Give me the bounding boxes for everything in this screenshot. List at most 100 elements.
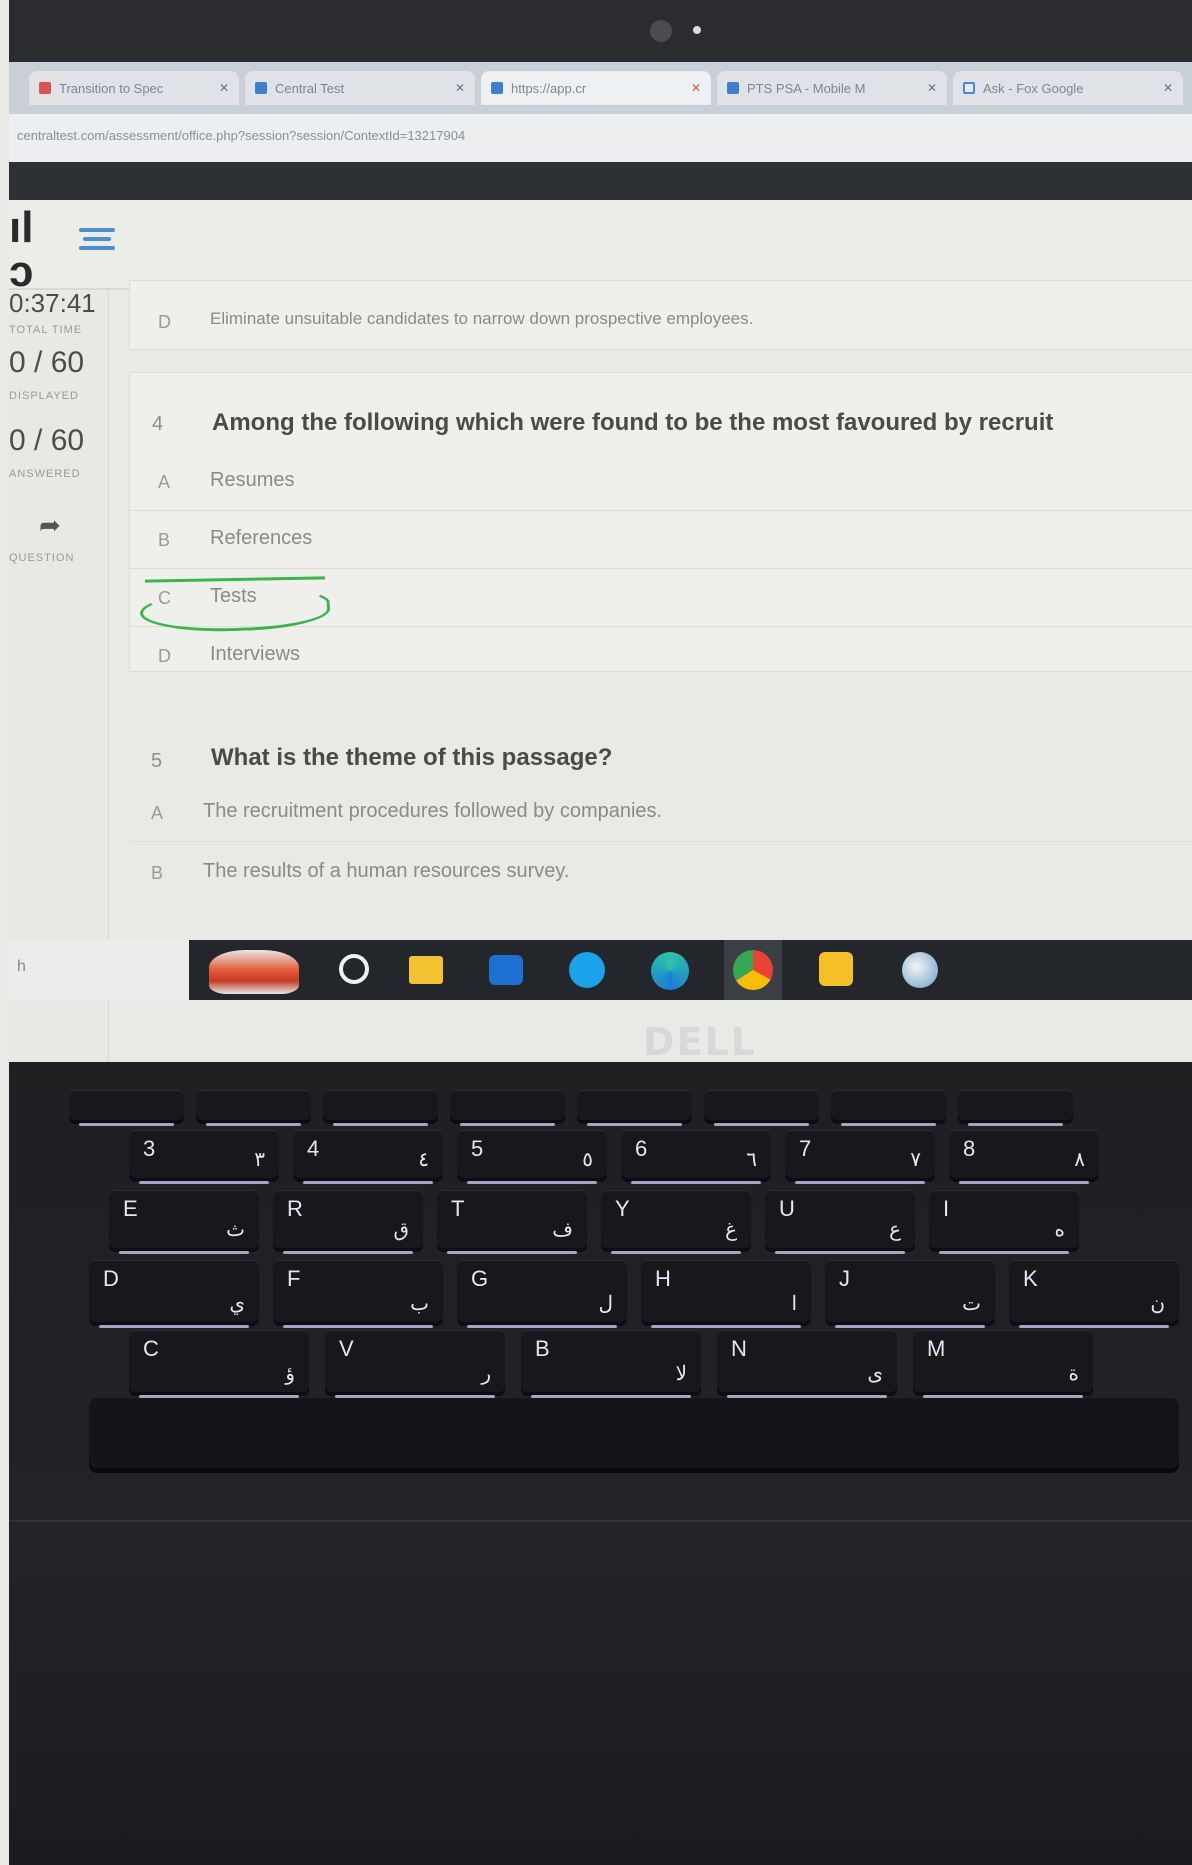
- skype-icon[interactable]: [569, 952, 605, 988]
- keyboard-key[interactable]: 5٥: [457, 1130, 607, 1184]
- option-a[interactable]: A Resumes: [130, 453, 1192, 511]
- key-latin-label: I: [943, 1196, 950, 1221]
- keyboard-key[interactable]: [450, 1090, 565, 1126]
- option-a[interactable]: A The recruitment procedures followed by…: [129, 784, 1192, 842]
- close-icon[interactable]: ✕: [927, 81, 937, 95]
- option-b[interactable]: B The results of a human resources surve…: [129, 844, 1192, 902]
- keyboard-key[interactable]: Fب: [273, 1260, 443, 1328]
- displayed-count: 0 / 60: [9, 346, 85, 379]
- keyboard-key[interactable]: Vر: [325, 1330, 505, 1398]
- keyboard-key[interactable]: [577, 1090, 692, 1126]
- keyboard-key[interactable]: [704, 1090, 819, 1126]
- keyboard-key[interactable]: 4٤: [293, 1130, 443, 1184]
- key-backlight: [959, 1181, 1089, 1184]
- keyboard-key[interactable]: Eث: [109, 1190, 259, 1254]
- keyboard-key[interactable]: 8٨: [949, 1130, 1099, 1184]
- sticky-notes-icon[interactable]: [819, 952, 853, 986]
- keyboard-key[interactable]: Iه: [929, 1190, 1079, 1254]
- windows-taskbar: h: [9, 940, 1192, 1000]
- keyboard-key[interactable]: [69, 1090, 184, 1126]
- key-arabic-label: ف: [552, 1219, 573, 1241]
- outlook-icon[interactable]: [489, 955, 523, 985]
- keyboard-key[interactable]: [196, 1090, 311, 1126]
- key-backlight: [303, 1181, 433, 1184]
- key-arabic-label: ه: [1054, 1219, 1065, 1241]
- key-backlight: [841, 1123, 936, 1126]
- option-d[interactable]: D Eliminate unsuitable candidates to nar…: [130, 293, 1192, 351]
- key-arabic-label: ى: [867, 1363, 883, 1385]
- address-bar[interactable]: centraltest.com/assessment/office.php?se…: [9, 114, 1192, 162]
- laptop-screen: Transition to Spec ✕ Central Test ✕ http…: [9, 62, 1192, 1062]
- previous-question-card: D Eliminate unsuitable candidates to nar…: [129, 280, 1192, 350]
- hamburger-menu-icon[interactable]: [79, 228, 115, 256]
- webcam-light-icon: [693, 26, 701, 34]
- key-backlight: [775, 1251, 905, 1254]
- key-arabic-label: ة: [1068, 1363, 1079, 1385]
- key-arabic-label: ق: [393, 1219, 409, 1241]
- browser-tab[interactable]: PTS PSA - Mobile M ✕: [717, 71, 947, 105]
- key-backlight: [99, 1325, 249, 1328]
- palm-rest: [9, 1520, 1192, 1865]
- skip-question-label[interactable]: QUESTION: [9, 552, 74, 564]
- keyboard-key[interactable]: Kن: [1009, 1260, 1179, 1328]
- file-explorer-icon[interactable]: [409, 956, 443, 984]
- cortana-icon[interactable]: [339, 954, 369, 984]
- pie-icon[interactable]: [209, 950, 299, 994]
- edge-icon[interactable]: [651, 952, 689, 990]
- key-arabic-label: ع: [889, 1219, 901, 1241]
- keyboard-key[interactable]: [831, 1090, 946, 1126]
- option-text: References: [210, 527, 313, 549]
- spacebar-key[interactable]: [89, 1398, 1179, 1468]
- total-time-value: 0:37:41: [9, 288, 96, 318]
- globe-icon[interactable]: [902, 952, 938, 988]
- keyboard-key[interactable]: Hا: [641, 1260, 811, 1328]
- keyboard-key[interactable]: Jت: [825, 1260, 995, 1328]
- blue-favicon-icon: [727, 82, 739, 94]
- taskbar-search-box[interactable]: h: [9, 940, 189, 1000]
- keyboard-key[interactable]: Mة: [913, 1330, 1093, 1398]
- option-letter: A: [151, 803, 164, 823]
- keyboard-key[interactable]: B لا: [521, 1330, 701, 1398]
- keyboard-key[interactable]: Yغ: [601, 1190, 751, 1254]
- browser-tab[interactable]: Transition to Spec ✕: [29, 71, 239, 105]
- keyboard-key[interactable]: 6٦: [621, 1130, 771, 1184]
- browser-tab[interactable]: Ask - Fox Google ✕: [953, 71, 1183, 105]
- keyboard-key[interactable]: Dي: [89, 1260, 259, 1328]
- browser-tab[interactable]: Central Test ✕: [245, 71, 475, 105]
- option-b[interactable]: B References: [130, 511, 1192, 569]
- keyboard-key[interactable]: Gل: [457, 1260, 627, 1328]
- key-latin-label: 5: [471, 1136, 484, 1161]
- close-icon[interactable]: ✕: [1163, 81, 1173, 95]
- url-text[interactable]: centraltest.com/assessment/office.php?se…: [17, 128, 465, 143]
- keyboard-key[interactable]: 3٣: [129, 1130, 279, 1184]
- photo-edge-strip: [0, 0, 9, 1865]
- key-backlight: [714, 1123, 809, 1126]
- keyboard-key[interactable]: [958, 1090, 1073, 1126]
- option-letter: B: [151, 863, 164, 883]
- close-icon[interactable]: ✕: [691, 81, 701, 95]
- key-latin-label: R: [287, 1196, 303, 1221]
- close-icon[interactable]: ✕: [219, 81, 229, 95]
- keyboard-key[interactable]: 7٧: [785, 1130, 935, 1184]
- keyboard-key[interactable]: Cؤ: [129, 1330, 309, 1398]
- key-arabic-label: ٤: [418, 1149, 429, 1171]
- key-arabic-label: ٣: [254, 1149, 265, 1171]
- chrome-icon[interactable]: [733, 950, 773, 990]
- keyboard-key[interactable]: Rق: [273, 1190, 423, 1254]
- tab-label: PTS PSA - Mobile M: [747, 80, 866, 96]
- keyboard-key[interactable]: Tف: [437, 1190, 587, 1254]
- keyboard-key[interactable]: [323, 1090, 438, 1126]
- browser-tab-active[interactable]: https://app.cr ✕: [481, 71, 711, 105]
- skip-arrow-icon[interactable]: ➦: [39, 510, 61, 541]
- key-latin-label: U: [779, 1196, 795, 1221]
- key-backlight: [333, 1123, 428, 1126]
- question-text: What is the theme of this passage?: [211, 744, 613, 771]
- close-icon[interactable]: ✕: [455, 81, 465, 95]
- option-d[interactable]: D Interviews: [130, 627, 1192, 685]
- tab-label: Transition to Spec: [59, 80, 164, 96]
- key-backlight: [79, 1123, 174, 1126]
- key-arabic-label: ٥: [582, 1149, 593, 1171]
- keyboard-key[interactable]: Uع: [765, 1190, 915, 1254]
- key-backlight: [447, 1251, 577, 1254]
- keyboard-key[interactable]: Nى: [717, 1330, 897, 1398]
